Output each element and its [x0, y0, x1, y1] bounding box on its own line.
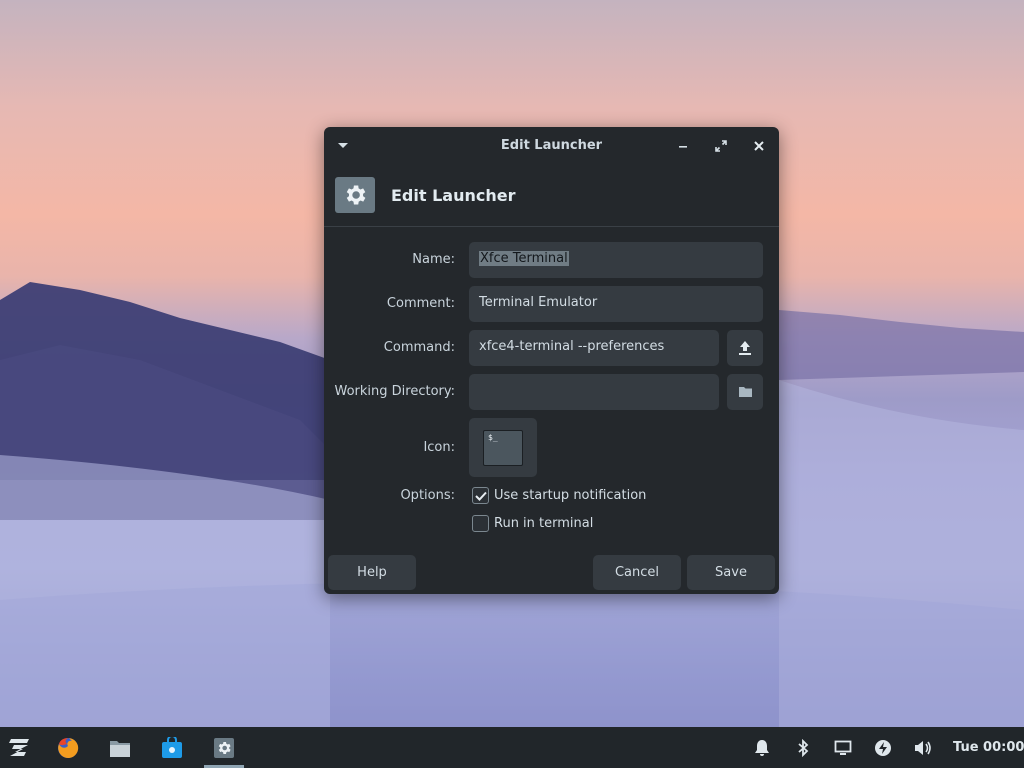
maximize-icon[interactable]	[712, 137, 730, 155]
notification-bell-icon[interactable]	[750, 727, 774, 768]
settings-gear-icon	[335, 177, 375, 213]
minimize-icon[interactable]	[674, 137, 692, 155]
zorin-menu-icon[interactable]	[0, 727, 40, 768]
icon-label: Icon:	[423, 440, 455, 455]
cancel-button[interactable]: Cancel	[593, 555, 681, 590]
window-title: Edit Launcher	[500, 138, 603, 153]
options-label: Options:	[400, 488, 455, 503]
name-field-value: Xfce Terminal	[479, 251, 569, 266]
bluetooth-icon[interactable]	[791, 727, 815, 768]
settings-icon[interactable]	[204, 727, 244, 768]
comment-label: Comment:	[386, 296, 455, 311]
name-label: Name:	[412, 252, 455, 267]
close-icon[interactable]	[750, 137, 768, 155]
command-field[interactable]: xfce4-terminal --preferences	[469, 330, 719, 366]
terminal-icon-text: $_	[488, 433, 498, 442]
save-button[interactable]: Save	[687, 555, 775, 590]
run-in-terminal-checkbox[interactable]	[472, 515, 489, 532]
volume-icon[interactable]	[911, 727, 935, 768]
display-icon[interactable]	[831, 727, 855, 768]
command-label: Command:	[383, 340, 455, 355]
checkmark-icon	[474, 491, 487, 501]
files-icon[interactable]	[100, 727, 140, 768]
taskbar: Tue 00:00	[0, 727, 1024, 768]
dialog-heading: Edit Launcher	[391, 186, 516, 205]
dialog-header: Edit Launcher	[324, 165, 779, 227]
help-button[interactable]: Help	[328, 555, 416, 590]
name-field[interactable]: Xfce Terminal	[469, 242, 763, 278]
startup-notification-label[interactable]: Use startup notification	[494, 488, 646, 503]
startup-notification-checkbox[interactable]	[472, 487, 489, 504]
icon-picker-button[interactable]: $_	[469, 418, 537, 477]
title-bar[interactable]: Edit Launcher	[324, 127, 779, 165]
software-store-icon[interactable]	[152, 727, 192, 768]
comment-field[interactable]: Terminal Emulator	[469, 286, 763, 322]
terminal-icon: $_	[483, 430, 523, 466]
run-in-terminal-label[interactable]: Run in terminal	[494, 516, 593, 531]
working-directory-field[interactable]	[469, 374, 719, 410]
firefox-icon[interactable]	[48, 727, 88, 768]
working-directory-label: Working Directory:	[334, 384, 455, 399]
browse-command-button[interactable]	[727, 330, 763, 366]
edit-launcher-dialog: Edit Launcher Edit Launcher Name: Xfce T…	[324, 127, 779, 594]
clock[interactable]: Tue 00:00	[953, 740, 1024, 755]
power-icon[interactable]	[871, 727, 895, 768]
upload-icon	[739, 341, 751, 355]
browse-directory-button[interactable]	[727, 374, 763, 410]
folder-icon	[738, 387, 752, 397]
